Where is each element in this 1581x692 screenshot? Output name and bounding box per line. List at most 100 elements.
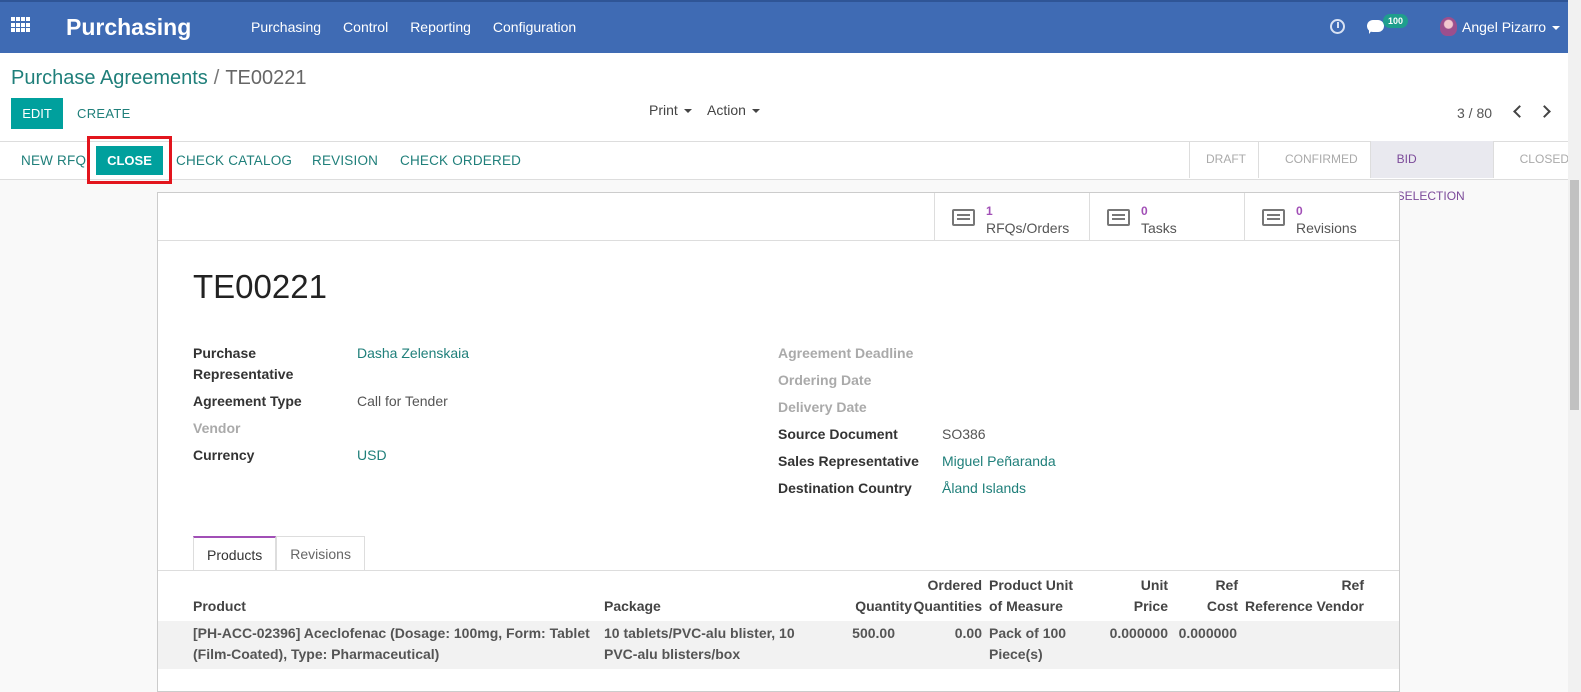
cell-package: 10 tablets/PVC-alu blister, 10 PVC-alu b… [604,623,795,665]
pager-previous-icon[interactable] [1513,105,1526,118]
cell-unit-price: 0.000000 [1109,625,1168,641]
source-document-label: Source Document [778,426,898,442]
label-line: Representative [193,366,294,382]
notebook-tabs: Products Revisions [193,536,365,571]
header-line: Unit [1140,577,1168,593]
stage-draft[interactable]: DRAFT [1189,141,1258,178]
column-header-unit-price[interactable]: Unit Price [1088,575,1168,617]
breadcrumb-separator: / [213,67,220,89]
cell-product: [PH-ACC-02396] Aceclofenac (Dosage: 100m… [193,623,590,665]
column-header-product[interactable]: Product [193,596,246,617]
column-header-ref-cost[interactable]: Ref Cost [1158,575,1238,617]
cell-line: (Film-Coated), Type: Pharmaceutical) [193,646,440,662]
breadcrumb: Purchase Agreements / TE00221 [11,67,307,90]
tasks-smart-button[interactable]: 0 Tasks [1089,193,1244,241]
currency-value[interactable]: USD [357,447,387,463]
header-line: Cost [1206,598,1238,614]
header-line: Product Unit [989,577,1073,593]
stage-confirmed[interactable]: CONFIRMED [1258,141,1370,178]
smart-button-box: 1 RFQs/Orders 0 Tasks 0 Revisions [158,193,1399,241]
column-header-package[interactable]: Package [604,596,661,617]
agreement-type-label: Agreement Type [193,393,302,409]
column-header-uom[interactable]: Product Unit of Measure [989,575,1073,617]
menu-reporting[interactable]: Reporting [410,19,471,35]
revision-button[interactable]: REVISION [312,153,378,168]
new-rfq-button[interactable]: NEW RFQ [21,153,86,168]
caret-down-icon [1552,26,1561,31]
close-button[interactable]: CLOSE [96,146,163,175]
breadcrumb-current: TE00221 [225,67,307,89]
cell-uom: Pack of 100 Piece(s) [989,623,1066,665]
menu-control[interactable]: Control [343,19,388,35]
label-line: Purchase [193,345,257,361]
sales-representative-value[interactable]: Miguel Peñaranda [942,453,1056,469]
rfqs-orders-smart-button[interactable]: 1 RFQs/Orders [934,193,1089,241]
revisions-count: 0 [1296,204,1303,218]
messages-badge: 100 [1383,14,1409,28]
print-label: Print [649,102,678,118]
column-header-quantity[interactable]: Quantity [818,596,912,617]
create-button[interactable]: CREATE [77,106,131,121]
control-panel: Purchase Agreements / TE00221 EDIT CREATE … [0,53,1568,141]
tab-revisions[interactable]: Revisions [276,536,365,571]
check-ordered-button[interactable]: CHECK ORDERED [400,153,521,168]
menu-purchasing[interactable]: Purchasing [251,19,321,35]
purchase-representative-value[interactable]: Dasha Zelenskaia [357,345,469,361]
revisions-smart-button[interactable]: 0 Revisions [1244,193,1399,241]
vendor-label: Vendor [193,420,241,436]
currency-label: Currency [193,447,255,463]
pager-next-icon[interactable] [1538,105,1551,118]
record-title: TE00221 [193,268,327,305]
list-icon [1262,209,1285,226]
stage-bid-selection[interactable]: BID SELECTION [1369,141,1493,203]
apps-menu-icon[interactable] [11,17,31,33]
agreement-deadline-label: Agreement Deadline [778,345,914,361]
menu-configuration[interactable]: Configuration [493,19,576,35]
list-icon [952,209,975,226]
header-line: Ref [1341,577,1364,593]
ordering-date-label: Ordering Date [778,372,872,388]
cell-line: 10 tablets/PVC-alu blister, 10 [604,625,795,641]
cell-line: Piece(s) [989,646,1043,662]
cell-ref-cost: 0.000000 [1178,625,1237,641]
tasks-label: Tasks [1141,220,1177,236]
activity-clock-icon[interactable] [1330,19,1345,34]
action-dropdown[interactable]: Action [707,102,760,118]
pager-value[interactable]: 3 / 80 [1457,105,1492,121]
source-document-value: SO386 [942,426,986,442]
cell-line: PVC-alu blisters/box [604,646,741,662]
header-line: Vendor [1316,598,1364,614]
scrollbar-thumb[interactable] [1570,180,1579,410]
purchase-representative-label: Purchase Representative [193,343,293,385]
tab-products[interactable]: Products [193,536,277,571]
revisions-label: Revisions [1296,220,1357,236]
cell-line: [PH-ACC-02396] Aceclofenac (Dosage: 100m… [193,625,590,641]
user-menu[interactable]: Angel Pizarro [1462,19,1561,35]
main-menu: Purchasing Control Reporting Configurati… [251,19,576,35]
cell-line: Pack of 100 [989,625,1067,641]
header-line: Price [1133,598,1168,614]
sales-representative-label: Sales Representative [778,453,919,469]
rfqs-count: 1 [986,204,993,218]
cell-quantity: 500.00 [852,625,895,641]
stage-pipeline: DRAFT CONFIRMED BID SELECTION CLOSED [1189,141,1581,203]
agreement-type-value: Call for Tender [357,393,448,409]
destination-country-value[interactable]: Åland Islands [942,480,1026,496]
print-dropdown[interactable]: Print [649,102,692,118]
header-line: Ordered [927,577,982,593]
header-line: of Measure [989,598,1063,614]
cell-ordered: 0.00 [954,625,982,641]
tab-divider [158,570,1399,571]
edit-button[interactable]: EDIT [11,98,63,129]
check-catalog-button[interactable]: CHECK CATALOG [176,153,292,168]
table-row[interactable]: [PH-ACC-02396] Aceclofenac (Dosage: 100m… [158,621,1399,669]
column-header-ordered-quantities[interactable]: Ordered Quantities [902,575,982,617]
destination-country-label: Destination Country [778,480,912,496]
rfqs-label: RFQs/Orders [986,220,1070,236]
header-line: Quantities [913,598,982,614]
breadcrumb-parent-link[interactable]: Purchase Agreements [11,67,208,89]
delivery-date-label: Delivery Date [778,399,867,415]
user-avatar[interactable] [1440,17,1457,36]
messages-chat-icon[interactable] [1367,20,1384,34]
column-header-ref-vendor[interactable]: Ref Vendor [1288,575,1364,617]
